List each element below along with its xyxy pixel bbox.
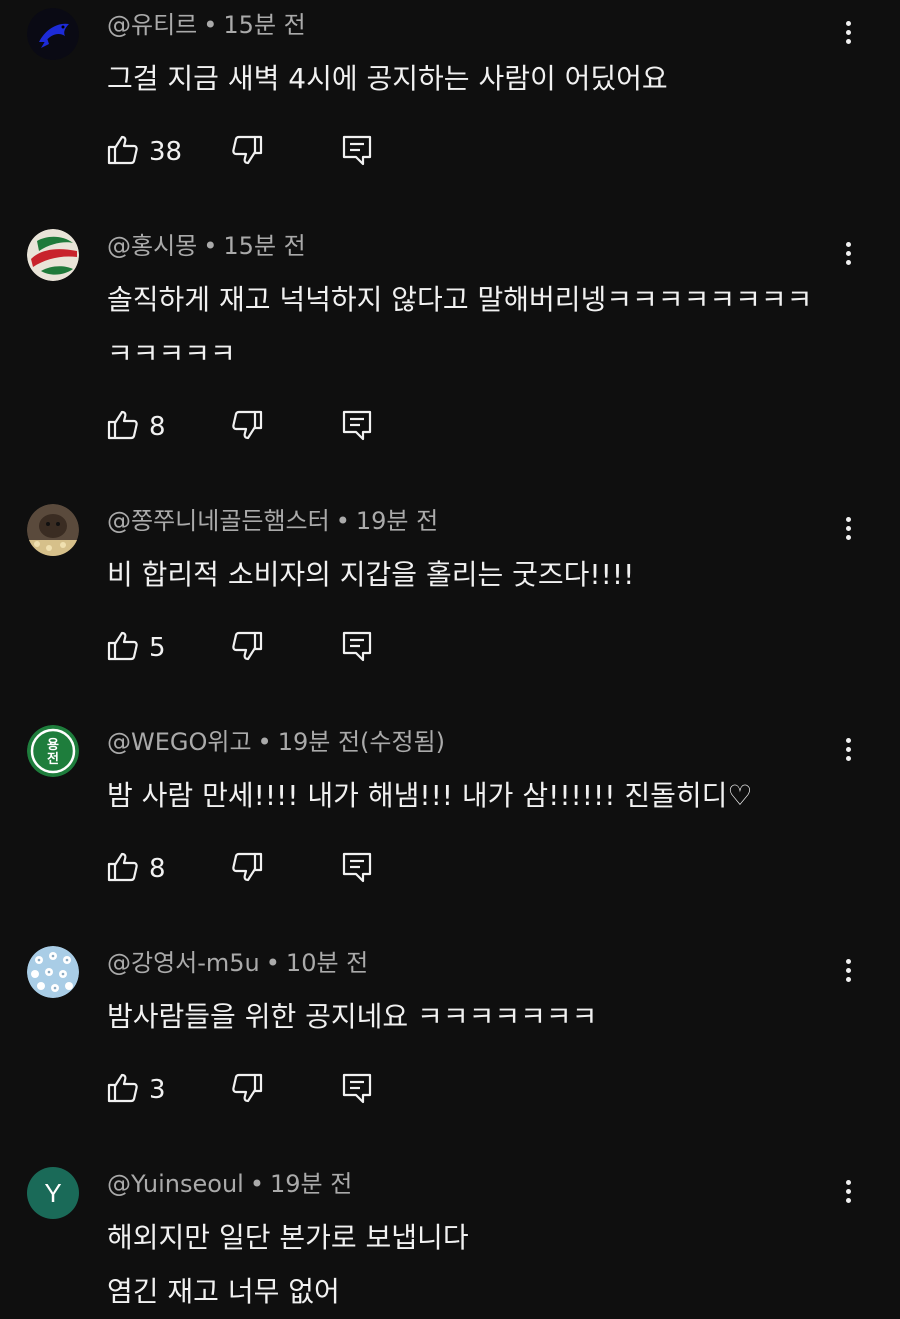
like-count: 38: [149, 137, 183, 167]
more-options-icon[interactable]: [838, 514, 858, 546]
author-handle[interactable]: @쫑쭈니네골든햄스터: [107, 507, 330, 535]
comment-meta: @WEGO위고 • 19분 전(수정됨): [107, 727, 445, 757]
like-button[interactable]: 5: [107, 630, 166, 666]
reply-button[interactable]: [341, 630, 373, 666]
author-handle[interactable]: @유티르: [107, 11, 197, 39]
more-options-icon[interactable]: [838, 18, 858, 50]
dislike-button[interactable]: [231, 1072, 263, 1108]
thumbs-up-icon: [107, 410, 138, 440]
comment-text: 비 합리적 소비자의 지갑을 홀리는 굿즈다!!!!: [107, 558, 635, 591]
author-handle[interactable]: @WEGO위고: [107, 728, 252, 756]
reply-button[interactable]: [341, 1072, 373, 1108]
comment-meta: @쫑쭈니네골든햄스터 • 19분 전: [107, 506, 438, 536]
comment-actions: 8: [107, 851, 407, 887]
avatar[interactable]: Y: [27, 1167, 79, 1219]
reply-button[interactable]: [341, 134, 373, 170]
like-count: 8: [149, 412, 166, 442]
thumbs-up-icon: [107, 135, 138, 165]
comment-time: 19분 전: [355, 507, 439, 535]
comment-time: 19분 전: [269, 1170, 353, 1198]
comment-text: 솔직하게 재고 넉넉하지 않다고 말해버리넹ㅋㅋㅋㅋㅋㅋㅋㅋㅋㅋㅋㅋㅋ: [107, 283, 813, 370]
reply-button[interactable]: [341, 409, 373, 445]
comment-meta: @강영서-m5u • 10분 전: [107, 948, 368, 978]
avatar-emblem-text-top: 용: [47, 737, 59, 753]
avatar[interactable]: [27, 504, 79, 556]
comment-actions: 8: [107, 409, 407, 445]
more-options-icon[interactable]: [838, 735, 858, 767]
author-handle[interactable]: @Yuinseoul: [107, 1170, 244, 1198]
like-button[interactable]: 3: [107, 1072, 166, 1108]
separator-dot: •: [265, 949, 280, 977]
avatar-letter: Y: [44, 1178, 62, 1208]
thumbs-down-icon: [232, 631, 263, 661]
author-handle[interactable]: @강영서-m5u: [107, 949, 260, 977]
comment-actions: 38: [107, 134, 407, 170]
reply-icon: [342, 852, 372, 883]
avatar-emblem-text-bottom: 전: [47, 751, 59, 767]
comment-actions: 3: [107, 1072, 407, 1108]
reply-icon: [342, 1073, 372, 1104]
reply-icon: [342, 631, 372, 662]
like-count: 5: [149, 633, 166, 663]
comment-text: 해외지만 일단 본가로 보냅니다 염긴 재고 너무 없어: [107, 1221, 469, 1308]
more-options-icon[interactable]: [838, 956, 858, 988]
comment-text: 밤 사람 만세!!!! 내가 해냄!!! 내가 삼!!!!!! 진돌히디♡: [107, 779, 753, 812]
author-handle[interactable]: @홍시몽: [107, 232, 197, 260]
dislike-button[interactable]: [231, 409, 263, 445]
more-options-icon[interactable]: [838, 1177, 858, 1209]
dislike-button[interactable]: [231, 134, 263, 170]
comment-meta: @홍시몽 • 15분 전: [107, 231, 306, 261]
separator-dot: •: [257, 728, 272, 756]
like-count: 8: [149, 854, 166, 884]
thumbs-down-icon: [232, 1073, 263, 1103]
avatar[interactable]: [27, 8, 79, 60]
comment-time: 10분 전: [285, 949, 369, 977]
comment-time: 19분 전(수정됨): [277, 728, 445, 756]
comment-meta: @Yuinseoul • 19분 전: [107, 1169, 352, 1199]
comment-text: 그걸 지금 새벽 4시에 공지하는 사람이 어딨어요: [107, 62, 668, 95]
dislike-button[interactable]: [231, 851, 263, 887]
thumbs-down-icon: [232, 852, 263, 882]
comment-text: 밤사람들을 위한 공지네요 ㅋㅋㅋㅋㅋㅋㅋ: [107, 1000, 598, 1033]
like-button[interactable]: 8: [107, 851, 166, 887]
comment-actions: 5: [107, 630, 407, 666]
thumbs-up-icon: [107, 852, 138, 882]
separator-dot: •: [203, 232, 218, 260]
comment-time: 15분 전: [223, 232, 306, 260]
thumbs-up-icon: [107, 631, 138, 661]
thumbs-down-icon: [232, 410, 263, 440]
separator-dot: •: [335, 507, 350, 535]
thumbs-up-icon: [107, 1073, 138, 1103]
comment-meta: @유티르 • 15분 전: [107, 10, 306, 40]
dislike-button[interactable]: [231, 630, 263, 666]
reply-icon: [342, 135, 372, 166]
separator-dot: •: [249, 1170, 264, 1198]
reply-button[interactable]: [341, 851, 373, 887]
avatar[interactable]: [27, 229, 79, 281]
reply-icon: [342, 410, 372, 441]
comment-time: 15분 전: [223, 11, 306, 39]
avatar[interactable]: [27, 946, 79, 998]
more-options-icon[interactable]: [838, 239, 858, 271]
avatar[interactable]: 용 전: [27, 725, 79, 777]
like-count: 3: [149, 1075, 166, 1105]
separator-dot: •: [203, 11, 218, 39]
like-button[interactable]: 38: [107, 134, 182, 170]
thumbs-down-icon: [232, 135, 263, 165]
like-button[interactable]: 8: [107, 409, 166, 445]
